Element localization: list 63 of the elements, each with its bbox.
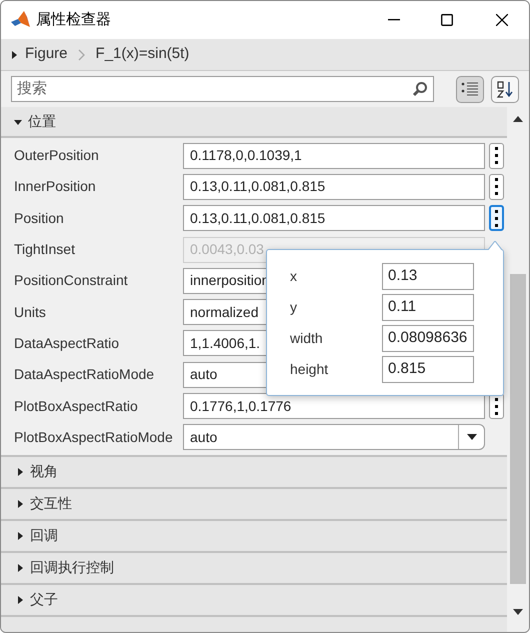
section-title: 位置: [28, 112, 56, 131]
popover-field[interactable]: 0.815: [382, 356, 474, 382]
section-header[interactable]: 位置: [1, 107, 507, 138]
property-label: PlotBoxAspectRatioMode: [13, 428, 174, 447]
property-field[interactable]: 0.1776,1,0.1776: [183, 393, 485, 420]
breadcrumb-item[interactable]: F_1(x)=sin(5t): [96, 43, 190, 66]
collapsed-triangle-icon[interactable]: [16, 596, 24, 604]
popover-label: width: [289, 328, 324, 348]
section-header[interactable]: 视角: [1, 456, 507, 489]
property-field[interactable]: 0.13,0.11,0.081,0.815: [183, 174, 485, 200]
property-label: DataAspectRatio: [13, 334, 120, 353]
minimize-icon: [388, 19, 400, 21]
property-field[interactable]: 0.13,0.11,0.081,0.815: [183, 205, 485, 232]
section-header[interactable]: 交互性: [1, 488, 507, 521]
property-label: PlotBoxAspectRatio: [13, 396, 139, 416]
more-options-button[interactable]: [489, 205, 504, 232]
section-header[interactable]: 父子: [1, 584, 507, 617]
chevron-right-icon: [78, 48, 86, 60]
section-title: 视角: [30, 462, 58, 482]
collapsed-triangle-icon[interactable]: [16, 468, 24, 476]
scroll-up-icon[interactable]: [513, 116, 523, 122]
section-title: 回调: [30, 526, 58, 546]
property-label: OuterPosition: [13, 146, 100, 166]
list-icon: [461, 81, 480, 97]
collapsed-triangle-icon[interactable]: [10, 50, 18, 58]
sort-az-icon: [496, 80, 514, 98]
search-input[interactable]: 搜索: [17, 78, 412, 100]
property-label: Position: [13, 208, 65, 228]
section-header[interactable]: 回调: [1, 520, 507, 553]
popover-label: y: [289, 298, 298, 317]
more-options-button[interactable]: [489, 174, 504, 200]
property-label: DataAspectRatioMode: [13, 365, 156, 384]
popover-label: x: [289, 266, 298, 286]
section-title: 交互性: [30, 494, 72, 514]
more-options-button[interactable]: [489, 142, 504, 169]
property-label: TightInset: [13, 240, 76, 260]
property-field[interactable]: 0.1178,0,0.1039,1: [183, 142, 485, 169]
dropdown-field[interactable]: auto: [183, 424, 485, 450]
collapsed-triangle-icon[interactable]: [16, 500, 24, 508]
search-field[interactable]: 搜索: [11, 76, 434, 102]
scrollbar-thumb[interactable]: [510, 274, 526, 584]
section-title: 回调执行控制: [30, 558, 114, 578]
section-header[interactable]: 回调执行控制: [1, 552, 507, 585]
popover-field[interactable]: 0.11: [382, 294, 474, 320]
sort-alphabetical-button[interactable]: [491, 76, 519, 102]
app-logo-icon: [11, 11, 31, 29]
popover-field[interactable]: 0.08098636: [382, 324, 474, 352]
close-icon: [496, 14, 508, 26]
window-title: 属性检查器: [36, 10, 111, 30]
categorized-view-button[interactable]: [456, 76, 484, 102]
collapsed-triangle-icon[interactable]: [16, 532, 24, 540]
property-label: Units: [13, 302, 47, 322]
section-title: 父子: [30, 590, 58, 610]
breadcrumb-item[interactable]: Figure: [25, 43, 68, 66]
maximize-icon: [440, 14, 452, 26]
collapsed-triangle-icon[interactable]: [16, 564, 24, 572]
property-label: PositionConstraint: [13, 271, 129, 290]
popover-field[interactable]: 0.13: [382, 262, 474, 290]
scroll-down-icon[interactable]: [513, 609, 523, 615]
search-icon: [412, 81, 428, 97]
popover-label: height: [289, 360, 330, 379]
property-label: InnerPosition: [13, 177, 97, 196]
expanded-triangle-icon[interactable]: [14, 118, 22, 126]
